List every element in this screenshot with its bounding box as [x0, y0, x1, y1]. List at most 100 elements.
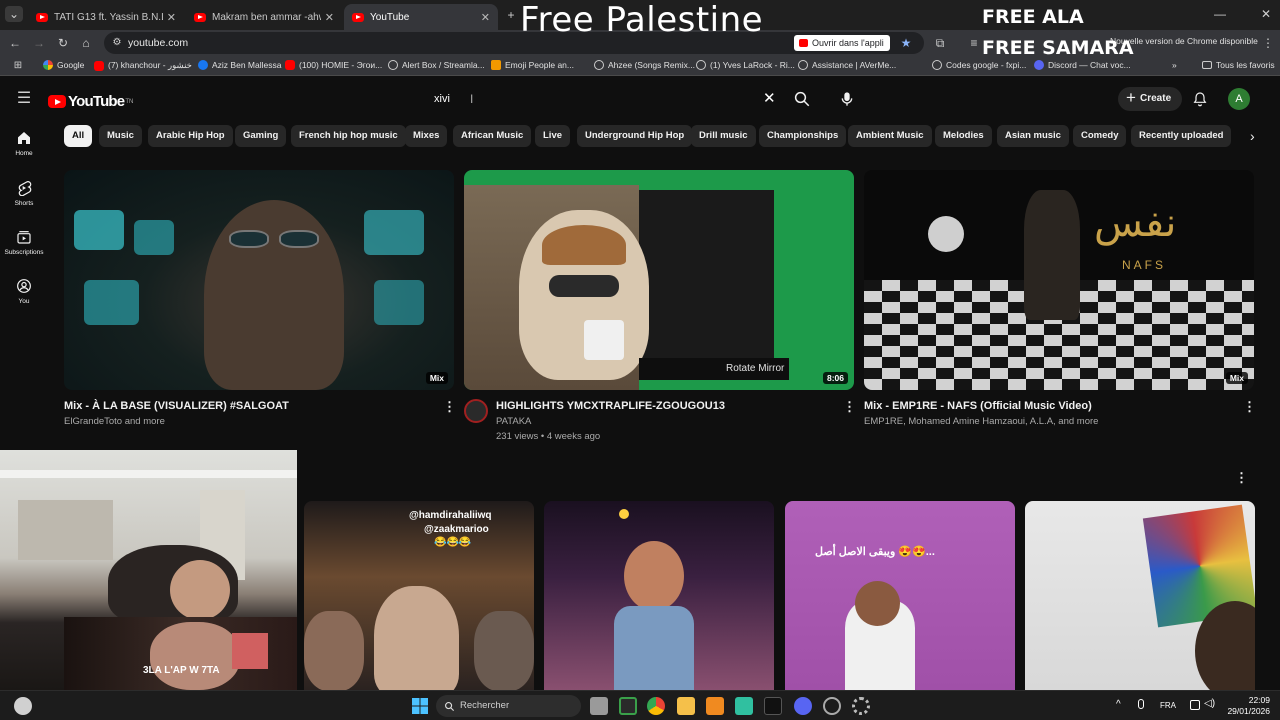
- video-channel[interactable]: PATAKA: [496, 416, 531, 427]
- chip-african-music[interactable]: African Music: [453, 125, 532, 147]
- open-in-app-button[interactable]: Ouvrir dans l'appli: [794, 35, 890, 51]
- file-explorer-icon[interactable]: [677, 697, 695, 715]
- windows-start-icon[interactable]: [412, 698, 428, 714]
- sidebar-item-you[interactable]: You: [0, 278, 48, 305]
- video-title[interactable]: Mix - EMP1RE - NAFS (Official Music Vide…: [864, 400, 1092, 412]
- window-minimize-icon[interactable]: —: [1212, 6, 1228, 22]
- bookmark-item[interactable]: (1) Yves LaRock - Ri...: [696, 60, 795, 70]
- all-bookmarks-folder[interactable]: Tous les favoris: [1202, 60, 1275, 70]
- reload-icon[interactable]: ↻: [55, 35, 71, 51]
- tab-close-icon[interactable]: ✕: [325, 11, 334, 24]
- chip-drill-music[interactable]: Drill music: [691, 125, 756, 147]
- sidebar-item-shorts[interactable]: Shorts: [0, 180, 48, 207]
- site-info-icon[interactable]: ⚙: [109, 35, 125, 51]
- tab-search-icon[interactable]: ⌄: [5, 6, 23, 22]
- new-tab-icon[interactable]: +: [503, 7, 519, 23]
- chip-live[interactable]: Live: [535, 125, 571, 147]
- system-clock[interactable]: 22:09 29/01/2026: [1220, 695, 1270, 717]
- chrome-menu-icon[interactable]: ⋮: [1260, 35, 1276, 51]
- media-control-icon[interactable]: ≡: [966, 35, 982, 51]
- chip-melodies[interactable]: Melodies: [935, 125, 992, 147]
- chip-championships[interactable]: Championships: [759, 125, 847, 147]
- chip-gaming[interactable]: Gaming: [235, 125, 287, 147]
- voice-search-button[interactable]: [834, 86, 860, 112]
- settings-gear-icon[interactable]: [852, 697, 870, 715]
- chip-arabic-hip-hop[interactable]: Arabic Hip Hop: [148, 125, 233, 147]
- create-button[interactable]: Create: [1118, 86, 1182, 111]
- sidebar-item-subscriptions[interactable]: Subscriptions: [0, 229, 48, 256]
- bookmark-item[interactable]: Ahzee (Songs Remix...: [594, 60, 695, 70]
- bookmark-item[interactable]: (100) HOMIE - Эгои...: [285, 60, 382, 70]
- bookmark-item[interactable]: Emoji People an...: [491, 60, 574, 70]
- home-icon[interactable]: ⌂: [78, 35, 94, 51]
- bookmark-item[interactable]: Aziz Ben Mallessa: [198, 60, 281, 70]
- search-input[interactable]: xivi I ✕: [424, 86, 788, 112]
- bookmark-item[interactable]: Alert Box / Streamla...: [388, 60, 485, 70]
- chip-french-hip-hop[interactable]: French hip hop music: [291, 125, 406, 147]
- extensions-icon[interactable]: ⧉: [932, 35, 948, 51]
- browser-tab-3[interactable]: YouTube ✕: [344, 4, 498, 30]
- chip-comedy[interactable]: Comedy: [1073, 125, 1127, 147]
- sidebar-item-home[interactable]: Home: [0, 130, 48, 157]
- chip-recently-uploaded[interactable]: Recently uploaded: [1131, 125, 1232, 147]
- tab-close-icon[interactable]: ✕: [167, 11, 176, 24]
- browser-tab-2[interactable]: Makram ben ammar -ahwak (o ✕: [186, 4, 342, 30]
- chip-asian-music[interactable]: Asian music: [997, 125, 1069, 147]
- chip-ambient-music[interactable]: Ambient Music: [848, 125, 932, 147]
- bookmark-item[interactable]: Codes google - fxpi...: [932, 60, 1026, 70]
- bookmark-item[interactable]: Assistance | AVerMe...: [798, 60, 896, 70]
- app-icon[interactable]: [619, 697, 637, 715]
- address-bar[interactable]: ⚙ youtube.com Ouvrir dans l'appli ★: [104, 32, 924, 54]
- taskbar-search-box[interactable]: Rechercher: [436, 695, 581, 717]
- youtube-logo[interactable]: YouTube TN: [48, 93, 133, 110]
- short-thumbnail[interactable]: [1025, 501, 1255, 691]
- video-channel[interactable]: ElGrandeToto and more: [64, 416, 165, 427]
- video-options-icon[interactable]: ⋮: [443, 400, 456, 414]
- video-title[interactable]: Mix - À LA BASE (VISUALIZER) #SALGOAT: [64, 400, 289, 412]
- window-close-icon[interactable]: ✕: [1258, 6, 1274, 22]
- bookmark-item[interactable]: Google: [43, 60, 84, 70]
- clear-search-icon[interactable]: ✕: [763, 89, 776, 107]
- chip-underground-hip-hop[interactable]: Underground Hip Hop: [577, 125, 693, 147]
- input-language[interactable]: FRA: [1160, 701, 1176, 710]
- chip-mixes[interactable]: Mixes: [405, 125, 448, 147]
- video-title[interactable]: HIGHLIGHTS YMCXTRAPLIFE-ZGOUGOU13: [496, 400, 725, 412]
- account-avatar[interactable]: A: [1228, 88, 1250, 110]
- video-thumbnail[interactable]: Mix: [64, 170, 454, 390]
- video-thumbnail[interactable]: Rotate Mirror 8:06: [464, 170, 854, 390]
- video-options-icon[interactable]: ⋮: [1243, 400, 1256, 414]
- apps-grid-icon[interactable]: ⊞: [10, 58, 26, 74]
- tray-overflow-icon[interactable]: ^: [1116, 699, 1121, 710]
- chips-next-arrow-icon[interactable]: ›: [1250, 128, 1255, 144]
- bookmark-star-icon[interactable]: ★: [898, 35, 914, 51]
- hamburger-menu-icon[interactable]: ☰: [16, 91, 32, 107]
- app-icon[interactable]: [735, 697, 753, 715]
- bookmarks-overflow-icon[interactable]: »: [1172, 60, 1177, 70]
- back-icon[interactable]: ←: [7, 35, 23, 51]
- app-icon[interactable]: [764, 697, 782, 715]
- short-thumbnail[interactable]: ويبقى الاصل أصل 😍😍...: [785, 501, 1015, 691]
- search-button[interactable]: [790, 86, 814, 112]
- short-thumbnail[interactable]: @hamdirahaliiwq @zaakmarioo 😂😂😂: [304, 501, 534, 691]
- video-channel[interactable]: EMP1RE, Mohamed Amine Hamzaoui, A.L.A, a…: [864, 416, 1098, 427]
- app-icon[interactable]: [706, 697, 724, 715]
- video-options-icon[interactable]: ⋮: [843, 400, 856, 414]
- network-icon[interactable]: [1190, 700, 1200, 710]
- bookmark-item[interactable]: Discord — Chat voc...: [1034, 60, 1131, 70]
- forward-icon[interactable]: →: [31, 35, 47, 51]
- discord-icon[interactable]: [794, 697, 812, 715]
- notifications-bell-icon[interactable]: [1192, 91, 1208, 107]
- browser-tab-1[interactable]: TATI G13 ft. Yassin B.N.L & 3AL ✕: [28, 4, 184, 30]
- app-icon[interactable]: [823, 697, 841, 715]
- bookmark-item[interactable]: (7) khanchour - خنشور: [94, 60, 192, 71]
- task-view-icon[interactable]: [590, 697, 608, 715]
- video-thumbnail[interactable]: نفس NAFS Mix: [864, 170, 1254, 390]
- shorts-options-icon[interactable]: ⋮: [1235, 471, 1248, 485]
- chrome-icon[interactable]: [647, 697, 665, 715]
- short-thumbnail[interactable]: [544, 501, 774, 691]
- tab-close-icon[interactable]: ✕: [481, 11, 490, 24]
- widgets-icon[interactable]: [14, 697, 32, 715]
- volume-icon[interactable]: ◁): [1204, 698, 1215, 709]
- channel-avatar[interactable]: [464, 399, 488, 423]
- tray-microphone-icon[interactable]: [1138, 699, 1144, 709]
